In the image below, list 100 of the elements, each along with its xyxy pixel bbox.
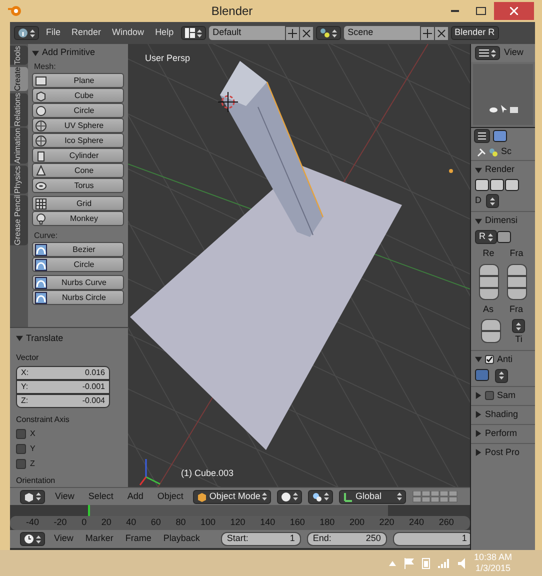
frame-rate-dropdown[interactable] (512, 319, 526, 333)
number-field[interactable] (480, 331, 501, 343)
add-primitive-button[interactable]: Cube (32, 88, 124, 103)
collapse-triangle-icon[interactable] (475, 218, 482, 224)
expand-triangle-icon[interactable] (475, 430, 482, 437)
preset-dropdown[interactable]: R (475, 230, 496, 244)
panel-title[interactable]: Add Primitive (42, 46, 96, 60)
pivot-dropdown[interactable] (308, 490, 334, 504)
frame-field[interactable]: 1 (392, 532, 470, 546)
add-primitive-button[interactable]: Monkey (32, 211, 124, 226)
section-title[interactable]: Sam (497, 388, 516, 402)
add-primitive-button[interactable]: Cylinder (32, 148, 124, 163)
expand-triangle-icon[interactable] (475, 411, 482, 418)
number-field[interactable] (507, 288, 527, 300)
section-title[interactable]: Shading (485, 408, 518, 422)
number-field[interactable] (479, 276, 499, 288)
checkbox[interactable] (485, 355, 494, 364)
section-title[interactable]: Anti (497, 352, 513, 366)
orientation-dropdown[interactable]: Global (339, 490, 406, 504)
audio-button[interactable] (505, 179, 519, 191)
checkbox[interactable] (16, 459, 26, 470)
viewport[interactable]: User Persp (1) Cube.003 (128, 44, 470, 487)
close-icon[interactable] (434, 26, 448, 40)
add-primitive-button[interactable]: Circle (32, 257, 124, 272)
layout-dropdown[interactable] (180, 26, 206, 40)
add-primitive-button[interactable]: Grid (32, 196, 124, 211)
add-primitive-button[interactable]: Cone (32, 163, 124, 178)
section-title[interactable]: Render (485, 163, 515, 177)
number-field[interactable] (507, 276, 527, 288)
filter-dropdown[interactable] (495, 368, 508, 382)
add-primitive-button[interactable]: Nurbs Curve (32, 275, 124, 290)
section-title[interactable]: Post Pro (485, 446, 520, 460)
menu-item[interactable]: View (51, 532, 76, 546)
checkbox[interactable] (16, 444, 26, 454)
number-field[interactable] (479, 264, 499, 276)
frame-field[interactable]: End: 250 (306, 532, 387, 546)
animation-button[interactable] (490, 179, 504, 191)
scene-dropdown[interactable] (316, 26, 341, 40)
checkbox[interactable] (16, 429, 26, 440)
scene-field[interactable]: Scene (344, 26, 420, 40)
camera-icon[interactable] (510, 106, 518, 113)
mode-dropdown[interactable]: Object Mode (193, 490, 272, 504)
add-primitive-button[interactable]: Bezier (32, 242, 124, 257)
render-engine-dropdown[interactable]: Blender R (450, 26, 499, 40)
tool-tab[interactable]: Relations (10, 92, 28, 126)
add-primitive-button[interactable]: Torus (32, 178, 124, 193)
samples-button[interactable] (475, 368, 489, 380)
editor-type-button[interactable] (474, 129, 490, 143)
tool-tab[interactable]: Grease Pencil (10, 195, 28, 246)
number-field[interactable] (479, 288, 499, 300)
add-primitive-button[interactable]: Nurbs Circle (32, 290, 124, 305)
menu-item[interactable]: Frame (122, 532, 154, 546)
add-icon[interactable] (286, 26, 299, 40)
menu-item[interactable]: Add (123, 490, 148, 504)
frame-field[interactable]: Start: 1 (220, 532, 301, 546)
number-field[interactable]: Y: -0.001 (16, 380, 110, 394)
editor-type-button[interactable] (20, 532, 45, 546)
render-context-icon[interactable] (493, 130, 507, 142)
editor-type-button[interactable] (475, 46, 500, 60)
render-button[interactable] (475, 179, 489, 191)
close-icon[interactable] (300, 26, 313, 40)
menu-item[interactable]: Playback (160, 532, 203, 546)
menu-item[interactable]: Window (108, 26, 148, 40)
number-field[interactable]: X: 0.016 (16, 366, 110, 380)
editor-type-button[interactable] (20, 490, 45, 504)
layout-field[interactable]: Default (208, 26, 285, 40)
menu-item[interactable]: Object (153, 490, 188, 504)
menu-item[interactable]: Render (68, 26, 106, 40)
expand-triangle-icon[interactable] (475, 392, 482, 399)
number-field[interactable]: Z: -0.004 (16, 394, 110, 408)
outliner-list[interactable] (473, 64, 533, 125)
expand-triangle-icon[interactable] (475, 449, 482, 456)
collapse-triangle-icon[interactable] (16, 335, 23, 342)
add-preset-button[interactable] (496, 231, 510, 243)
tool-tab[interactable]: Tools (10, 46, 28, 65)
add-icon[interactable] (420, 26, 434, 40)
tool-tab[interactable]: Animation (10, 128, 28, 164)
number-field[interactable] (507, 264, 527, 276)
menu-item[interactable]: Select (84, 490, 118, 504)
collapse-triangle-icon[interactable] (32, 50, 39, 56)
display-dropdown[interactable] (486, 194, 498, 208)
add-primitive-button[interactable]: Plane (32, 73, 124, 88)
editor-type-button[interactable] (14, 26, 39, 40)
tool-tab[interactable]: Create (10, 66, 28, 91)
number-field[interactable] (480, 319, 501, 331)
close-button[interactable] (494, 2, 534, 20)
cursor-arrow-icon[interactable] (500, 105, 506, 113)
add-primitive-button[interactable]: Ico Sphere (32, 133, 124, 148)
menu-item[interactable]: File (42, 26, 65, 40)
collapse-triangle-icon[interactable] (475, 356, 482, 363)
menu-item[interactable]: View (51, 490, 78, 504)
add-primitive-button[interactable]: Circle (32, 103, 124, 118)
pin-icon[interactable] (477, 148, 486, 156)
menu-item[interactable]: Help (151, 26, 178, 40)
section-title[interactable]: Dimensi (485, 214, 518, 228)
eye-icon[interactable] (488, 107, 498, 113)
collapse-triangle-icon[interactable] (475, 166, 482, 174)
checkbox[interactable] (485, 391, 494, 400)
add-primitive-button[interactable]: UV Sphere (32, 118, 124, 133)
shading-dropdown[interactable] (277, 490, 302, 504)
